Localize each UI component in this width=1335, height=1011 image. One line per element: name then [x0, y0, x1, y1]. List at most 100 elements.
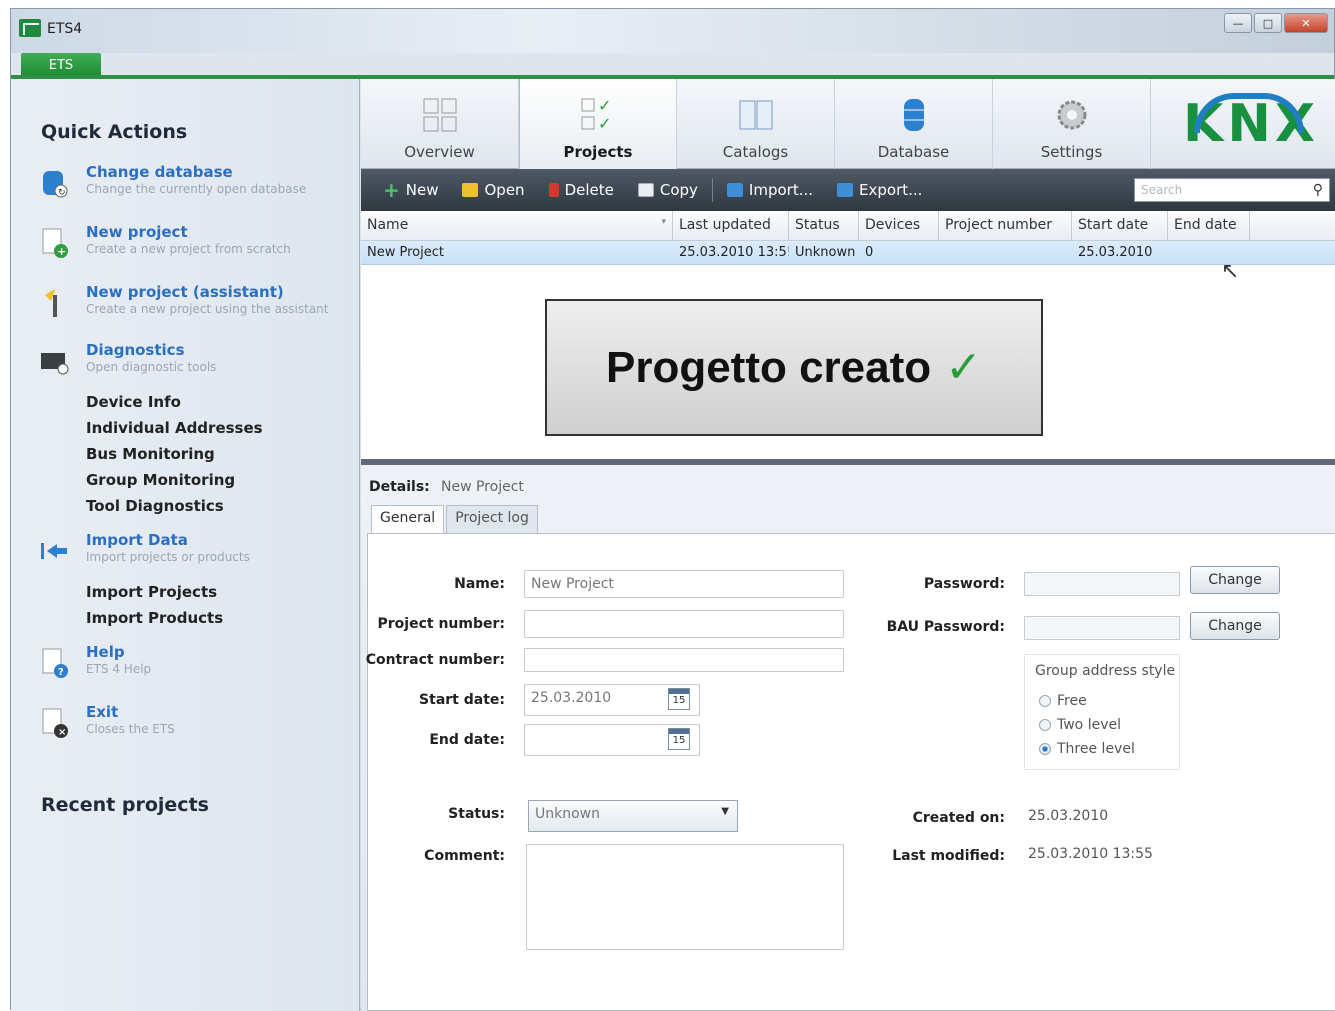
- diagnostics-group-monitoring[interactable]: Group Monitoring: [86, 471, 235, 489]
- database-icon: ↻: [43, 171, 68, 198]
- nav-projects[interactable]: ✓ ✓ Projects: [519, 79, 677, 169]
- catalogs-icon: [739, 100, 772, 130]
- table-row[interactable]: New Project 25.03.2010 13:5! Unknown 0 2…: [361, 241, 1335, 265]
- recent-projects-title: Recent projects: [41, 794, 209, 816]
- nav-settings[interactable]: Settings: [993, 79, 1151, 169]
- tab-general[interactable]: General: [371, 505, 445, 533]
- radio-three-level[interactable]: Three level: [1039, 741, 1135, 757]
- import-button[interactable]: Import...: [717, 175, 823, 205]
- delete-icon: [548, 183, 559, 197]
- import-arrow-icon: [41, 543, 67, 559]
- project-number-field[interactable]: [524, 610, 844, 638]
- nav-settings-label: Settings: [1040, 143, 1103, 161]
- radio-two-level-circle: [1039, 719, 1051, 731]
- end-date-calendar-icon[interactable]: 15: [668, 728, 690, 750]
- column-header-project-number[interactable]: Project number: [939, 211, 1072, 240]
- title-bar: ETS4 — □ ✕: [11, 9, 1334, 53]
- column-header-last-updated[interactable]: Last updated: [673, 211, 789, 240]
- exit-label[interactable]: Exit: [86, 703, 118, 721]
- nav-catalogs[interactable]: Catalogs: [677, 79, 835, 169]
- export-button[interactable]: Export...: [827, 175, 932, 205]
- diagnostics-icon: [41, 353, 69, 375]
- nav-catalogs-label: Catalogs: [722, 143, 789, 161]
- new-project-label[interactable]: New project: [86, 223, 188, 241]
- radio-free[interactable]: Free: [1039, 693, 1087, 709]
- last-modified-label: Last modified:: [892, 848, 1005, 864]
- nav-overview[interactable]: Overview: [361, 79, 519, 169]
- diagnostics-device-info[interactable]: Device Info: [86, 393, 181, 411]
- comment-textarea[interactable]: [526, 844, 844, 950]
- column-header-status[interactable]: Status: [789, 211, 859, 240]
- column-header-start-date[interactable]: Start date: [1072, 211, 1168, 240]
- delete-button-label: Delete: [564, 181, 614, 199]
- import-products-link[interactable]: Import Products: [86, 609, 223, 627]
- name-field[interactable]: New Project: [524, 570, 844, 598]
- change-database-label[interactable]: Change database: [86, 163, 233, 181]
- password-field[interactable]: [1024, 572, 1180, 596]
- new-project-desc: Create a new project from scratch: [86, 242, 291, 256]
- export-button-label: Export...: [859, 181, 923, 199]
- created-on-label: Created on:: [912, 810, 1005, 826]
- svg-text:?: ?: [58, 667, 64, 678]
- delete-button[interactable]: Delete: [539, 175, 624, 205]
- nav-database[interactable]: Database: [835, 79, 993, 169]
- import-data-label[interactable]: Import Data: [86, 531, 188, 549]
- main-nav: Overview ✓ ✓ Projects Catalogs Database S…: [361, 79, 1335, 169]
- diagnostics-tool-diagnostics[interactable]: Tool Diagnostics: [86, 497, 224, 515]
- status-select[interactable]: Unknown ▼: [528, 800, 738, 832]
- column-header-devices[interactable]: Devices: [859, 211, 939, 240]
- new-project-assistant-desc: Create a new project using the assistant: [86, 302, 329, 316]
- copy-button-label: Copy: [659, 181, 698, 199]
- tab-project-log[interactable]: Project log: [446, 505, 538, 533]
- start-date-calendar-icon[interactable]: 15: [668, 688, 690, 710]
- bau-password-field[interactable]: [1024, 616, 1180, 640]
- quick-actions-panel: Quick Actions ↻ Change database Change t…: [11, 79, 360, 1011]
- ets-app-icon: [19, 19, 41, 37]
- radio-free-circle: [1039, 695, 1051, 707]
- svg-text:✓: ✓: [598, 97, 611, 115]
- column-name-label: Name: [367, 217, 409, 233]
- nav-projects-label: Projects: [563, 143, 633, 161]
- general-form: Name: New Project Project number: Contra…: [365, 533, 1335, 1011]
- maximize-button[interactable]: □: [1254, 13, 1282, 33]
- status-select-value: Unknown: [535, 806, 600, 822]
- copy-button[interactable]: Copy: [628, 175, 708, 205]
- contract-number-field[interactable]: [524, 648, 844, 672]
- diagnostics-individual-addresses[interactable]: Individual Addresses: [86, 419, 263, 437]
- help-label[interactable]: Help: [86, 643, 125, 661]
- search-input[interactable]: Search ⚲: [1134, 178, 1330, 202]
- details-label: Details:: [369, 479, 430, 495]
- start-date-label: Start date:: [419, 692, 505, 708]
- open-button[interactable]: Open: [452, 175, 534, 205]
- new-document-icon: +: [42, 228, 68, 258]
- radio-two-level-label: Two level: [1057, 717, 1121, 733]
- table-header: Name ▾ Last updated Status Devices Projec…: [361, 211, 1335, 241]
- new-project-assistant-label[interactable]: New project (assistant): [86, 283, 284, 301]
- cell-name: New Project: [367, 245, 444, 260]
- database-nav-icon: [903, 99, 924, 131]
- help-icon: ?: [42, 648, 68, 678]
- new-button[interactable]: + New: [373, 175, 448, 205]
- import-data-desc: Import projects or products: [86, 550, 250, 564]
- minimize-button[interactable]: —: [1224, 13, 1252, 33]
- overlay-text: Progetto creato: [605, 342, 932, 392]
- window-controls: — □ ✕: [1224, 13, 1328, 33]
- svg-text:+: +: [57, 245, 66, 258]
- column-header-end-date[interactable]: End date: [1168, 211, 1250, 240]
- column-header-name[interactable]: Name ▾: [361, 211, 673, 240]
- search-icon: ⚲: [1312, 182, 1323, 198]
- change-password-button[interactable]: Change: [1190, 566, 1280, 594]
- details-panel: Details: New Project General Project log…: [361, 465, 1335, 1011]
- diagnostics-label[interactable]: Diagnostics: [86, 341, 185, 359]
- import-projects-link[interactable]: Import Projects: [86, 583, 217, 601]
- ribbon-tab-ets[interactable]: ETS: [21, 53, 101, 77]
- start-date-value: 25.03.2010: [531, 690, 612, 706]
- change-bau-password-button[interactable]: Change: [1190, 612, 1280, 640]
- contract-number-label: Contract number:: [365, 652, 505, 668]
- diagnostics-bus-monitoring[interactable]: Bus Monitoring: [86, 445, 215, 463]
- radio-two-level[interactable]: Two level: [1039, 717, 1121, 733]
- close-window-button[interactable]: ✕: [1284, 13, 1328, 33]
- bau-password-label: BAU Password:: [886, 619, 1005, 635]
- copy-icon: [637, 183, 654, 197]
- folder-icon: [462, 183, 479, 197]
